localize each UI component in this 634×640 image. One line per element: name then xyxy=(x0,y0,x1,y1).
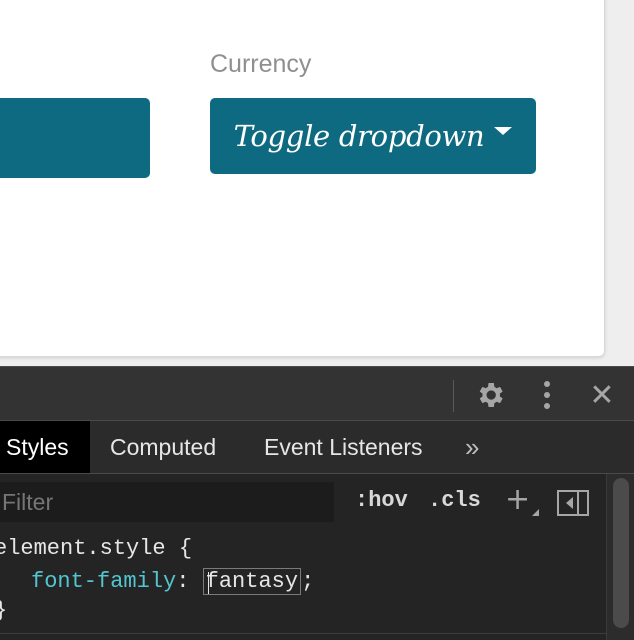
filter-input[interactable] xyxy=(0,482,334,522)
caret-down-icon xyxy=(494,127,513,135)
rule-separator xyxy=(0,633,606,634)
more-vertical-icon[interactable] xyxy=(533,377,561,413)
devtools-toolbar: ✕ xyxy=(0,366,634,421)
cls-toggle[interactable]: .cls xyxy=(428,488,481,513)
plus-icon: + xyxy=(505,482,531,517)
css-colon: : xyxy=(176,569,203,594)
devtools-panel: ✕ Styles Computed Event Listeners » :hov… xyxy=(0,366,634,640)
text-cursor xyxy=(207,572,209,594)
styles-scrollbar[interactable] xyxy=(606,474,634,640)
toggle-sidebar-icon[interactable] xyxy=(557,490,589,516)
closing-brace: } xyxy=(0,598,7,623)
corner-triangle-icon xyxy=(532,509,539,516)
left-dropdown-button[interactable] xyxy=(0,98,150,178)
tab-styles[interactable]: Styles xyxy=(0,421,90,473)
tab-computed[interactable]: Computed xyxy=(110,421,216,473)
css-value-editor[interactable]: fantasy xyxy=(202,568,302,595)
hov-toggle[interactable]: :hov xyxy=(355,488,408,513)
styles-filter-bar: :hov .cls + xyxy=(0,474,606,529)
toolbar-divider xyxy=(453,380,454,412)
currency-label: Currency xyxy=(210,50,312,78)
currency-dropdown-button[interactable]: Toggle dropdown xyxy=(210,98,536,174)
css-property-name[interactable]: font-family xyxy=(31,569,176,594)
css-property-value: fantasy xyxy=(205,569,299,594)
css-semicolon: ; xyxy=(301,569,315,594)
new-style-rule-button[interactable]: + xyxy=(505,482,541,522)
dropdown-button-label: Toggle dropdown xyxy=(233,119,485,153)
page-preview: Currency Toggle dropdown xyxy=(0,0,634,366)
tab-event-listeners[interactable]: Event Listeners xyxy=(264,421,423,473)
element-style-selector: element.style { xyxy=(0,536,193,561)
scrollbar-thumb[interactable] xyxy=(613,478,629,628)
style-rules-pane: element.style { font-family: fantasy; } xyxy=(0,529,606,640)
more-tabs-chevron-icon[interactable]: » xyxy=(465,421,479,473)
devtools-tabs: Styles Computed Event Listeners » xyxy=(0,421,634,474)
close-icon[interactable]: ✕ xyxy=(586,377,618,413)
gear-icon[interactable] xyxy=(472,377,508,413)
style-declaration[interactable]: font-family: fantasy; xyxy=(31,568,314,595)
